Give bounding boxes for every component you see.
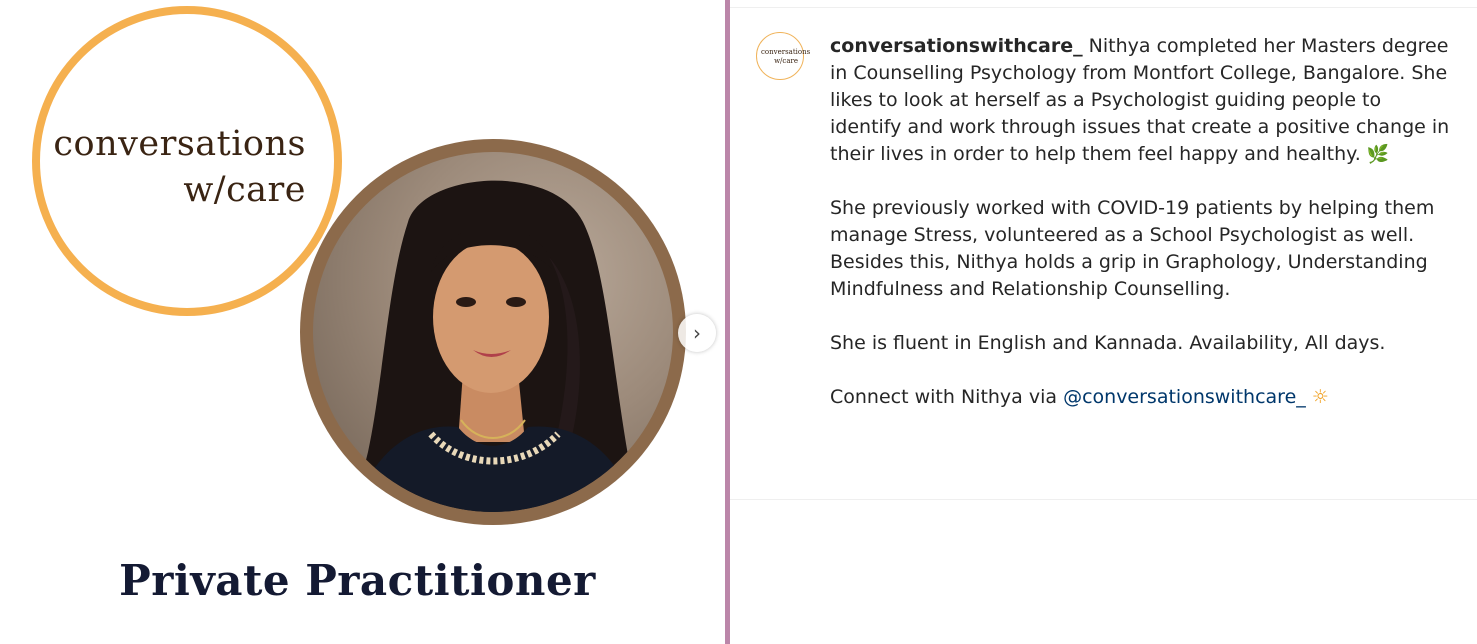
sun-emoji-icon: ☼ <box>1311 386 1329 408</box>
mention-link[interactable]: @conversationswithcare_ <box>1063 386 1306 408</box>
instagram-post-view: conversations w/care Private Practitione… <box>0 0 1477 644</box>
avatar-logo-line2: w/care <box>774 57 798 65</box>
brand-logo-line1: conversations <box>53 124 306 164</box>
caption-paragraph-2: She previously worked with COVID-19 pati… <box>830 197 1435 300</box>
brand-logo-circle: conversations w/care <box>32 6 342 316</box>
post-image[interactable]: conversations w/care Private Practitione… <box>0 0 726 644</box>
brand-logo-line2: w/care <box>183 170 306 210</box>
post-caption: conversationswithcare_ Nithya completed … <box>830 33 1450 438</box>
profile-avatar[interactable]: conversations w/care <box>756 32 810 80</box>
leaf-emoji-icon: 🌿 <box>1366 144 1390 165</box>
portrait-illustration <box>353 180 643 512</box>
avatar-logo-line1: conversations <box>761 48 811 56</box>
panel-bottom-border <box>730 499 1477 500</box>
practitioner-photo-frame <box>300 139 686 525</box>
post-title: Private Practitioner <box>119 556 596 605</box>
panel-top-border <box>730 7 1477 8</box>
caption-paragraph-4: Connect with Nithya via @conversationswi… <box>830 384 1450 411</box>
caption-paragraph-3: She is fluent in English and Kannada. Av… <box>830 332 1386 354</box>
caption-text-4: Connect with Nithya via <box>830 386 1058 408</box>
caption-paragraph-1: conversationswithcare_ Nithya completed … <box>830 33 1450 168</box>
caption-username-link[interactable]: conversationswithcare_ <box>830 35 1083 57</box>
chevron-right-icon: › <box>693 321 701 345</box>
practitioner-photo <box>313 152 673 512</box>
carousel-next-button[interactable]: › <box>678 314 716 352</box>
caption-panel: conversations w/care conversationswithca… <box>730 0 1477 644</box>
